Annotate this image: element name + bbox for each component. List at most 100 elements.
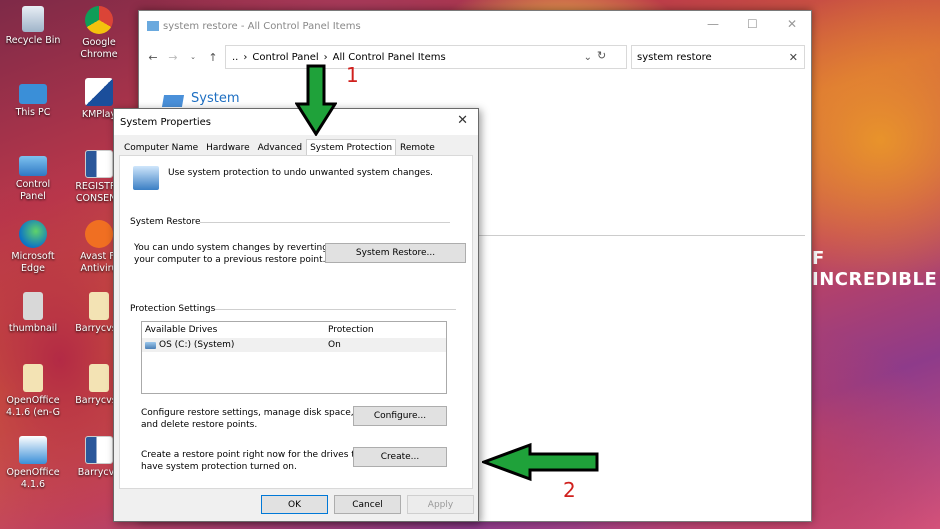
desktop-icon-label: Control Panel bbox=[15, 179, 51, 202]
ok-button[interactable]: OK bbox=[261, 495, 328, 514]
wallpaper-text: F INCREDIBLE bbox=[812, 248, 938, 290]
system-result-icon bbox=[161, 95, 185, 107]
search-input[interactable]: system restore ✕ bbox=[631, 45, 805, 69]
annotation-arrow-left-icon bbox=[482, 442, 599, 482]
word-document-icon bbox=[85, 150, 113, 178]
annotation-number-2: 2 bbox=[563, 478, 576, 502]
desktop-icon-chrome[interactable]: Google Chrome bbox=[68, 6, 130, 61]
control-panel-window-icon bbox=[147, 21, 159, 31]
document-icon bbox=[89, 292, 109, 320]
desktop-icon-thumbnail[interactable]: thumbnail bbox=[2, 292, 64, 335]
desktop-icon-label: This PC bbox=[15, 107, 51, 118]
edge-icon bbox=[19, 220, 47, 248]
search-value: system restore bbox=[637, 51, 712, 63]
annotation-arrow-down-icon bbox=[295, 64, 337, 136]
desktop-icon-control-panel[interactable]: Control Panel bbox=[2, 150, 64, 203]
address-bar[interactable]: .. › Control Panel › All Control Panel I… bbox=[225, 45, 627, 69]
restore-text-line: your computer to a previous restore poin… bbox=[134, 255, 326, 265]
breadcrumb-separator: › bbox=[243, 51, 248, 63]
system-properties-dialog: System Properties ✕ Computer Name Hardwa… bbox=[113, 108, 479, 522]
computer-icon bbox=[19, 84, 47, 104]
restore-text-line: You can undo system changes by reverting bbox=[134, 243, 328, 253]
create-text-line: have system protection turned on. bbox=[141, 462, 297, 472]
tab-advanced[interactable]: Advanced bbox=[254, 139, 306, 155]
annotation-number-1: 1 bbox=[346, 63, 359, 87]
desktop-icon-openoffice-2[interactable]: OpenOffice 4.1.6 bbox=[2, 436, 64, 491]
back-arrow-icon[interactable]: ← bbox=[143, 51, 163, 64]
configure-button[interactable]: Configure... bbox=[353, 406, 447, 426]
system-restore-group-label: System Restore bbox=[130, 217, 201, 227]
tab-hardware[interactable]: Hardware bbox=[202, 139, 253, 155]
drives-list[interactable]: Available Drives Protection OS (C:) (Sys… bbox=[141, 321, 447, 394]
column-available-drives[interactable]: Available Drives bbox=[145, 325, 217, 335]
result-divider bbox=[479, 235, 805, 236]
group-divider bbox=[200, 222, 450, 223]
column-protection[interactable]: Protection bbox=[328, 325, 374, 335]
up-arrow-icon[interactable]: ↑ bbox=[203, 51, 223, 64]
recent-dropdown-icon[interactable]: ⌄ bbox=[183, 53, 203, 61]
desktop-icon-openoffice-1[interactable]: OpenOffice 4.1.6 (en-G bbox=[2, 364, 64, 419]
drive-protection: On bbox=[328, 340, 341, 350]
control-panel-titlebar: system restore - All Control Panel Items… bbox=[139, 11, 811, 41]
document-icon bbox=[89, 364, 109, 392]
configure-text-line: Configure restore settings, manage disk … bbox=[141, 408, 354, 418]
clear-search-icon[interactable]: ✕ bbox=[789, 51, 798, 64]
configure-description: Configure restore settings, manage disk … bbox=[141, 407, 354, 431]
create-button[interactable]: Create... bbox=[353, 447, 447, 467]
desktop-icon-recycle-bin[interactable]: Recycle Bin bbox=[2, 6, 64, 47]
create-description: Create a restore point right now for the… bbox=[141, 449, 370, 473]
breadcrumb-all-items[interactable]: All Control Panel Items bbox=[333, 52, 446, 63]
desktop-icon-edge[interactable]: Microsoft Edge bbox=[2, 220, 64, 275]
dialog-title: System Properties bbox=[120, 116, 212, 128]
breadcrumb-control-panel[interactable]: Control Panel bbox=[252, 52, 318, 63]
desktop-icon-label: Recycle Bin bbox=[5, 35, 61, 46]
refresh-icon[interactable]: ↻ bbox=[597, 49, 606, 62]
restore-description: You can undo system changes by reverting… bbox=[134, 242, 328, 266]
control-panel-icon bbox=[19, 156, 47, 176]
configure-text-line: and delete restore points. bbox=[141, 420, 258, 430]
breadcrumb-root[interactable]: .. bbox=[232, 52, 238, 63]
dialog-close-icon[interactable]: ✕ bbox=[457, 113, 468, 128]
intro-text: Use system protection to undo unwanted s… bbox=[168, 168, 433, 178]
drives-list-header: Available Drives Protection bbox=[142, 323, 446, 337]
drive-row[interactable]: OS (C:) (System) On bbox=[142, 338, 446, 352]
desktop-icon-label: thumbnail bbox=[8, 323, 58, 334]
kmplayer-icon bbox=[85, 78, 113, 106]
close-icon[interactable]: ✕ bbox=[787, 17, 797, 31]
system-protection-icon bbox=[133, 166, 159, 190]
cancel-button[interactable]: Cancel bbox=[334, 495, 401, 514]
control-panel-address-row: ← → ⌄ ↑ .. › Control Panel › All Control… bbox=[139, 43, 811, 71]
system-restore-button[interactable]: System Restore... bbox=[325, 243, 466, 263]
dialog-tabs: Computer Name Hardware Advanced System P… bbox=[120, 139, 439, 155]
desktop-icon-label: Microsoft Edge bbox=[11, 251, 55, 274]
group-divider bbox=[215, 309, 456, 310]
image-file-icon bbox=[23, 292, 43, 320]
drive-icon bbox=[145, 341, 156, 349]
maximize-icon[interactable]: ☐ bbox=[747, 17, 758, 31]
tab-system-protection[interactable]: System Protection bbox=[306, 139, 397, 155]
system-result-link[interactable]: System bbox=[191, 91, 239, 106]
minimize-icon[interactable]: — bbox=[707, 17, 719, 31]
system-protection-panel: Use system protection to undo unwanted s… bbox=[119, 155, 473, 489]
openoffice-icon bbox=[19, 436, 47, 464]
desktop-icon-label: Google Chrome bbox=[80, 37, 118, 60]
desktop-icon-this-pc[interactable]: This PC bbox=[2, 78, 64, 119]
address-dropdown-icon[interactable]: ⌄ bbox=[584, 52, 592, 63]
control-panel-title: system restore - All Control Panel Items bbox=[163, 20, 361, 32]
tab-computer-name[interactable]: Computer Name bbox=[120, 139, 202, 155]
breadcrumb-separator: › bbox=[323, 51, 328, 63]
desktop-icon-label: OpenOffice 4.1.6 bbox=[6, 467, 60, 490]
apply-button[interactable]: Apply bbox=[407, 495, 474, 514]
word-document-icon bbox=[85, 436, 113, 464]
tab-remote[interactable]: Remote bbox=[396, 139, 439, 155]
desktop-icon-label: KMPlay bbox=[81, 109, 117, 120]
openoffice-file-icon bbox=[23, 364, 43, 392]
forward-arrow-icon[interactable]: → bbox=[163, 51, 183, 64]
create-text-line: Create a restore point right now for the… bbox=[141, 450, 370, 460]
desktop-icon-label: OpenOffice 4.1.6 (en-G bbox=[6, 395, 60, 418]
recycle-bin-icon bbox=[22, 6, 44, 32]
avast-icon bbox=[85, 220, 113, 248]
protection-settings-group-label: Protection Settings bbox=[130, 304, 216, 314]
drive-name: OS (C:) (System) bbox=[159, 340, 235, 350]
chrome-icon bbox=[85, 6, 113, 34]
